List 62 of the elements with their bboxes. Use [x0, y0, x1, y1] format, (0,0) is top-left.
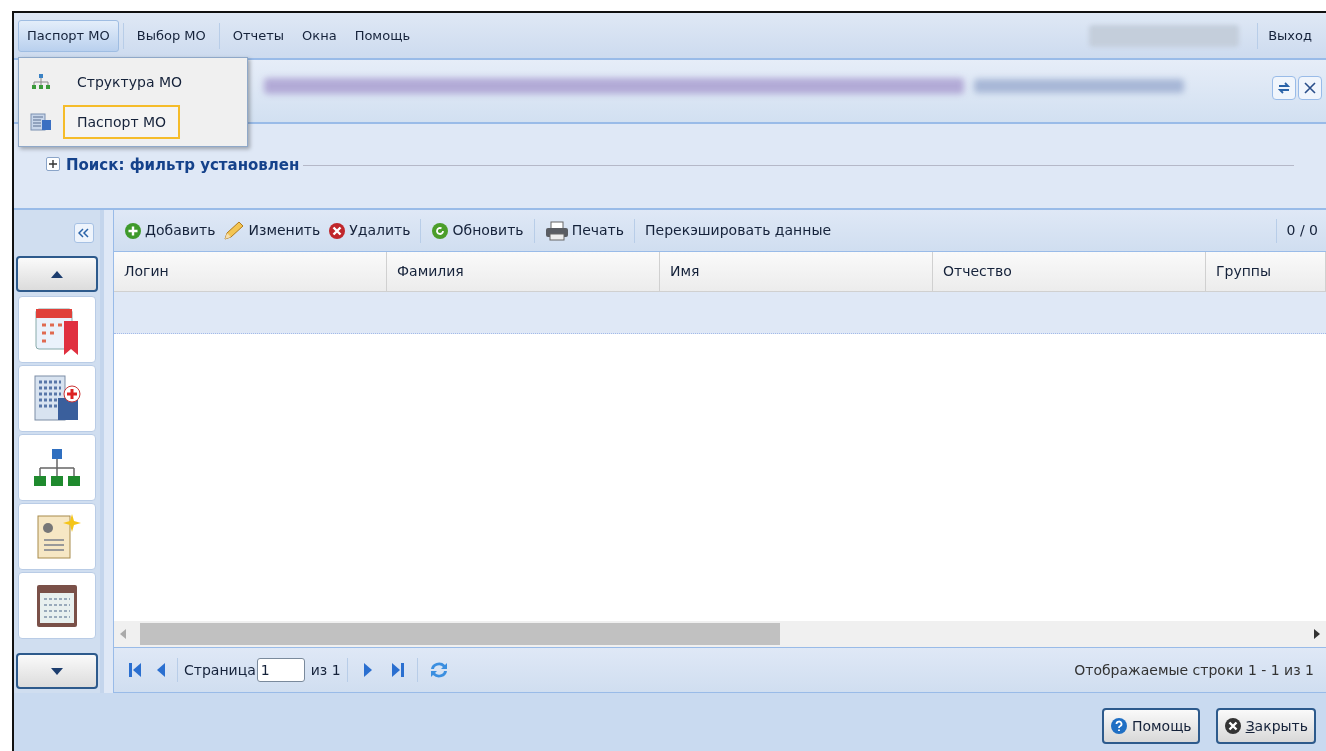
exit-link[interactable]: Выход — [1258, 25, 1322, 46]
dropdown-menu-item[interactable]: Структура МО — [63, 65, 196, 99]
menu-item[interactable]: Окна — [293, 19, 346, 52]
close-icon — [1223, 717, 1242, 735]
triangle-right-icon — [363, 662, 373, 678]
close-icon — [1303, 81, 1317, 95]
triangle-right-icon — [1314, 629, 1320, 639]
dropdown-menu-item[interactable]: Паспорт МО — [63, 105, 181, 139]
column-header[interactable]: Отчество — [933, 252, 1206, 291]
column-header[interactable]: Фамилия — [387, 252, 660, 291]
last-page-icon — [390, 662, 405, 678]
refresh-icon — [431, 221, 450, 240]
column-header[interactable]: Имя — [660, 252, 933, 291]
footer-button[interactable]: Помощь — [1101, 708, 1200, 744]
help-icon — [1109, 717, 1128, 735]
page-count: из 1 — [310, 660, 341, 680]
toolbar-button[interactable]: Удалить — [326, 220, 413, 241]
toolbar-button[interactable]: Изменить — [221, 220, 323, 241]
page-input[interactable]: 1 — [256, 658, 305, 682]
building-icon — [30, 112, 52, 132]
sidebar-tile[interactable] — [18, 503, 96, 570]
plus-icon — [49, 160, 57, 168]
menu-item[interactable]: Отчеты — [223, 19, 294, 52]
pencil-icon — [223, 220, 246, 241]
column-header[interactable]: Логин — [114, 252, 387, 291]
expand-toggle[interactable] — [46, 157, 60, 171]
menu-item[interactable]: Паспорт МО — [18, 19, 119, 52]
printer-icon — [544, 220, 569, 241]
toolbar-button[interactable]: Обновить — [429, 220, 526, 241]
menu-item[interactable]: Помощь — [345, 19, 420, 52]
record-counter: 0 / 0 — [1286, 221, 1318, 240]
rows-status: Отображаемые строки 1 - 1 из 1 — [1074, 660, 1314, 680]
scroll-down-button[interactable] — [16, 653, 98, 689]
column-header[interactable]: Группы — [1206, 252, 1326, 291]
triangle-up-icon — [51, 270, 63, 278]
triangle-left-icon — [156, 662, 165, 678]
filter-legend: Поиск: фильтр установлен — [66, 154, 300, 177]
close-tool-button[interactable] — [1298, 76, 1322, 100]
menu-item[interactable]: Выбор МО — [127, 19, 215, 52]
collapse-button[interactable] — [74, 223, 94, 243]
plus-circle-icon — [124, 221, 142, 240]
horizontal-scrollbar[interactable] — [114, 621, 1326, 647]
scrollbar-thumb[interactable] — [140, 623, 780, 645]
double-chevron-left-icon — [78, 228, 90, 238]
sidebar-tile[interactable] — [18, 572, 96, 639]
sidebar-tile[interactable] — [18, 365, 96, 432]
refresh-tool-button[interactable] — [1272, 76, 1296, 100]
first-page-button[interactable] — [126, 662, 144, 678]
toolbar-button[interactable]: Добавить — [122, 220, 218, 241]
scroll-up-button[interactable] — [16, 256, 98, 292]
hierarchy-icon — [31, 73, 51, 91]
toolbar-button[interactable]: Перекэшировать данные — [643, 220, 834, 241]
sidebar-tile[interactable] — [18, 296, 96, 363]
delete-icon — [328, 221, 347, 240]
triangle-left-icon — [120, 629, 126, 639]
page-label: Страница — [184, 660, 256, 680]
triangle-down-icon — [51, 667, 63, 675]
sidebar-tile[interactable] — [18, 434, 96, 501]
first-page-icon — [128, 662, 142, 678]
footer-button[interactable]: Закрыть — [1215, 708, 1316, 744]
swap-arrows-icon — [1277, 81, 1291, 95]
toolbar-button[interactable]: Печать — [542, 220, 627, 241]
